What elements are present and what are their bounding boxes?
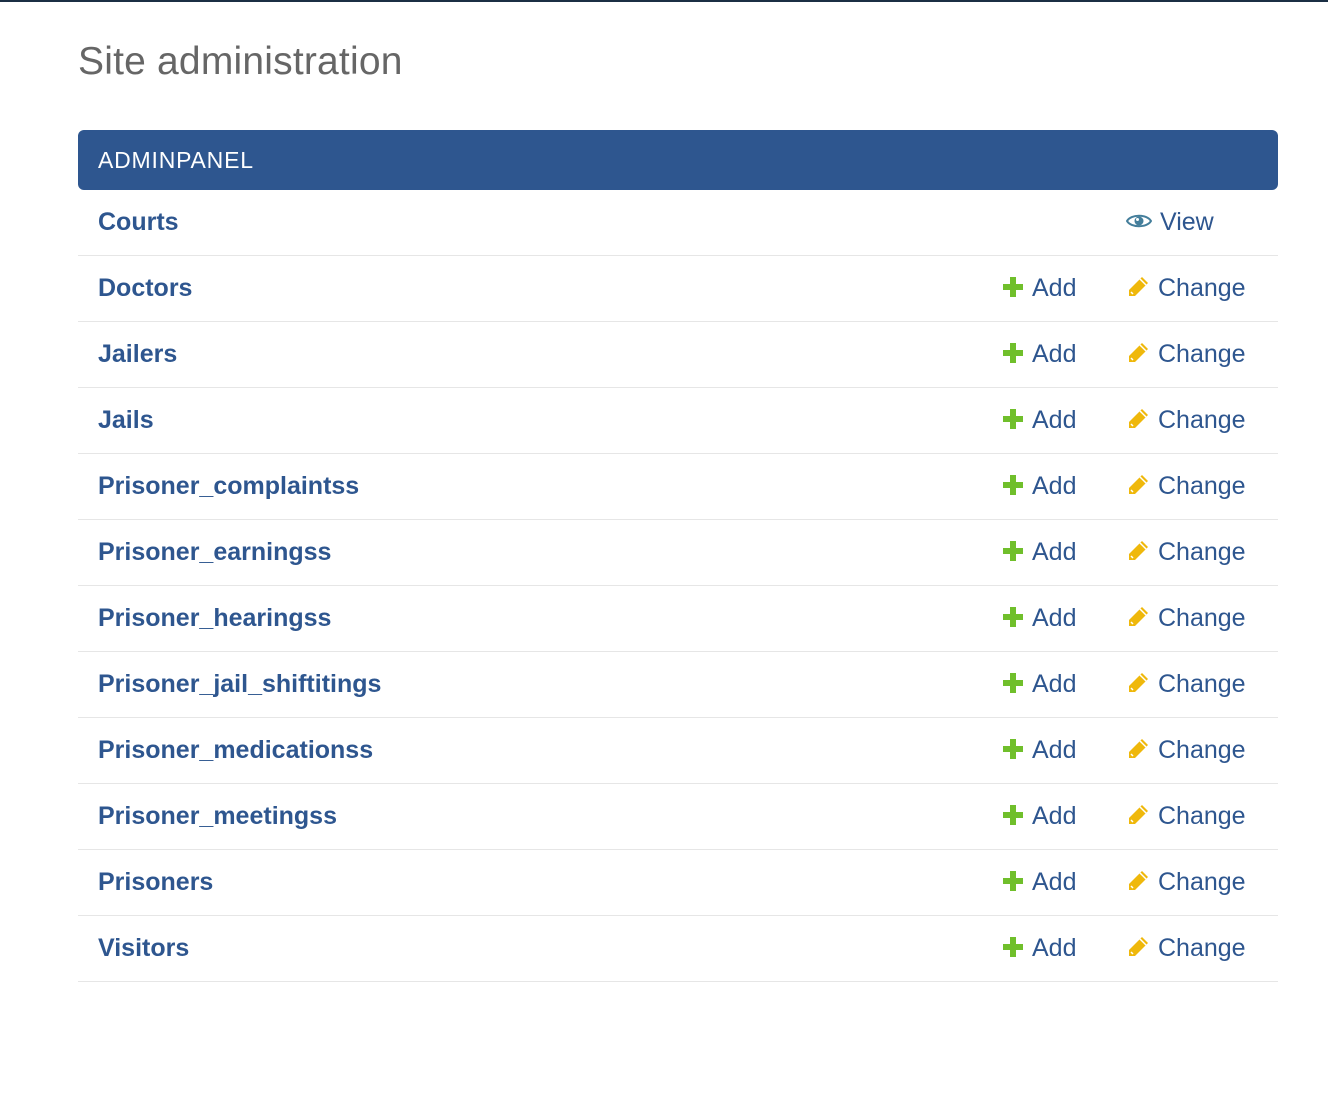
model-row-prisoner-meetingss: Prisoner_meetingss Add Change [78,784,1278,850]
add-label: Add [1032,538,1077,566]
pencil-icon [1126,473,1150,497]
model-link-prisoner-earningss[interactable]: Prisoner_earningss [98,520,331,584]
plus-icon [1002,408,1024,430]
add-link-prisoner-earningss[interactable]: Add [1002,520,1076,584]
add-label: Add [1032,736,1077,764]
add-link-prisoner-hearingss[interactable]: Add [1002,586,1076,650]
model-link-prisoner-meetingss[interactable]: Prisoner_meetingss [98,784,337,848]
add-link-prisoner-complaintss[interactable]: Add [1002,454,1076,518]
model-link-prisoner-medicationss[interactable]: Prisoner_medicationss [98,718,373,782]
plus-icon [1002,804,1024,826]
change-label: Change [1158,406,1246,434]
add-link-prisoner-meetingss[interactable]: Add [1002,784,1076,848]
add-link-prisoner-medicationss[interactable]: Add [1002,718,1076,782]
add-link-doctors[interactable]: Add [1002,256,1076,320]
model-row-jails: Jails Add Change [78,388,1278,454]
change-link-prisoner-meetingss[interactable]: Change [1126,784,1246,848]
pencil-icon [1126,341,1150,365]
plus-icon [1002,540,1024,562]
model-link-doctors[interactable]: Doctors [98,256,192,320]
change-link-jailers[interactable]: Change [1126,322,1246,386]
model-link-prisoners[interactable]: Prisoners [98,850,213,914]
model-row-doctors: Doctors Add Change [78,256,1278,322]
module-caption[interactable]: ADMINPANEL [78,130,1278,190]
model-row-courts: Courts View [78,190,1278,256]
change-label: Change [1158,604,1246,632]
top-border [0,0,1328,2]
pencil-icon [1126,407,1150,431]
change-label: Change [1158,538,1246,566]
change-link-prisoner-earningss[interactable]: Change [1126,520,1246,584]
add-link-prisoners[interactable]: Add [1002,850,1076,914]
model-link-prisoner-jail-shiftitings[interactable]: Prisoner_jail_shiftitings [98,652,381,716]
page-title: Site administration [78,40,403,83]
model-row-prisoners: Prisoners Add Change [78,850,1278,916]
plus-icon [1002,606,1024,628]
model-row-prisoner-hearingss: Prisoner_hearingss Add Change [78,586,1278,652]
pencil-icon [1126,803,1150,827]
add-link-jails[interactable]: Add [1002,388,1076,452]
pencil-icon [1126,539,1150,563]
change-link-prisoners[interactable]: Change [1126,850,1246,914]
plus-icon [1002,870,1024,892]
add-label: Add [1032,472,1077,500]
change-label: Change [1158,868,1246,896]
model-row-prisoner-jail-shiftitings: Prisoner_jail_shiftitings Add Change [78,652,1278,718]
change-label: Change [1158,670,1246,698]
model-row-prisoner-medicationss: Prisoner_medicationss Add Change [78,718,1278,784]
add-link-jailers[interactable]: Add [1002,322,1076,386]
module-caption-label[interactable]: ADMINPANEL [98,147,254,173]
change-label: Change [1158,340,1246,368]
model-link-courts[interactable]: Courts [98,190,179,254]
pencil-icon [1126,275,1150,299]
change-link-prisoner-medicationss[interactable]: Change [1126,718,1246,782]
view-label: View [1160,208,1214,236]
change-link-jails[interactable]: Change [1126,388,1246,452]
add-link-visitors[interactable]: Add [1002,916,1076,980]
add-label: Add [1032,406,1077,434]
model-link-jailers[interactable]: Jailers [98,322,177,386]
add-label: Add [1032,670,1077,698]
add-label: Add [1032,868,1077,896]
change-label: Change [1158,736,1246,764]
change-label: Change [1158,274,1246,302]
pencil-icon [1126,671,1150,695]
model-row-prisoner-earningss: Prisoner_earningss Add Change [78,520,1278,586]
app-module-adminpanel: ADMINPANEL Courts View Doctors Add Chang… [78,130,1278,982]
change-link-prisoner-hearingss[interactable]: Change [1126,586,1246,650]
plus-icon [1002,738,1024,760]
plus-icon [1002,276,1024,298]
change-link-prisoner-jail-shiftitings[interactable]: Change [1126,652,1246,716]
plus-icon [1002,672,1024,694]
model-link-jails[interactable]: Jails [98,388,154,452]
add-label: Add [1032,802,1077,830]
model-link-prisoner-hearingss[interactable]: Prisoner_hearingss [98,586,331,650]
pencil-icon [1126,935,1150,959]
eye-icon [1126,212,1152,230]
plus-icon [1002,474,1024,496]
change-link-doctors[interactable]: Change [1126,256,1246,320]
plus-icon [1002,936,1024,958]
change-label: Change [1158,934,1246,962]
pencil-icon [1126,737,1150,761]
model-row-prisoner-complaintss: Prisoner_complaintss Add Change [78,454,1278,520]
view-link-courts[interactable]: View [1126,190,1214,254]
model-row-visitors: Visitors Add Change [78,916,1278,982]
add-label: Add [1032,604,1077,632]
plus-icon [1002,342,1024,364]
add-link-prisoner-jail-shiftitings[interactable]: Add [1002,652,1076,716]
change-label: Change [1158,802,1246,830]
change-link-prisoner-complaintss[interactable]: Change [1126,454,1246,518]
model-link-prisoner-complaintss[interactable]: Prisoner_complaintss [98,454,359,518]
add-label: Add [1032,274,1077,302]
add-label: Add [1032,934,1077,962]
model-row-jailers: Jailers Add Change [78,322,1278,388]
pencil-icon [1126,605,1150,629]
model-link-visitors[interactable]: Visitors [98,916,189,980]
add-label: Add [1032,340,1077,368]
change-link-visitors[interactable]: Change [1126,916,1246,980]
pencil-icon [1126,869,1150,893]
change-label: Change [1158,472,1246,500]
